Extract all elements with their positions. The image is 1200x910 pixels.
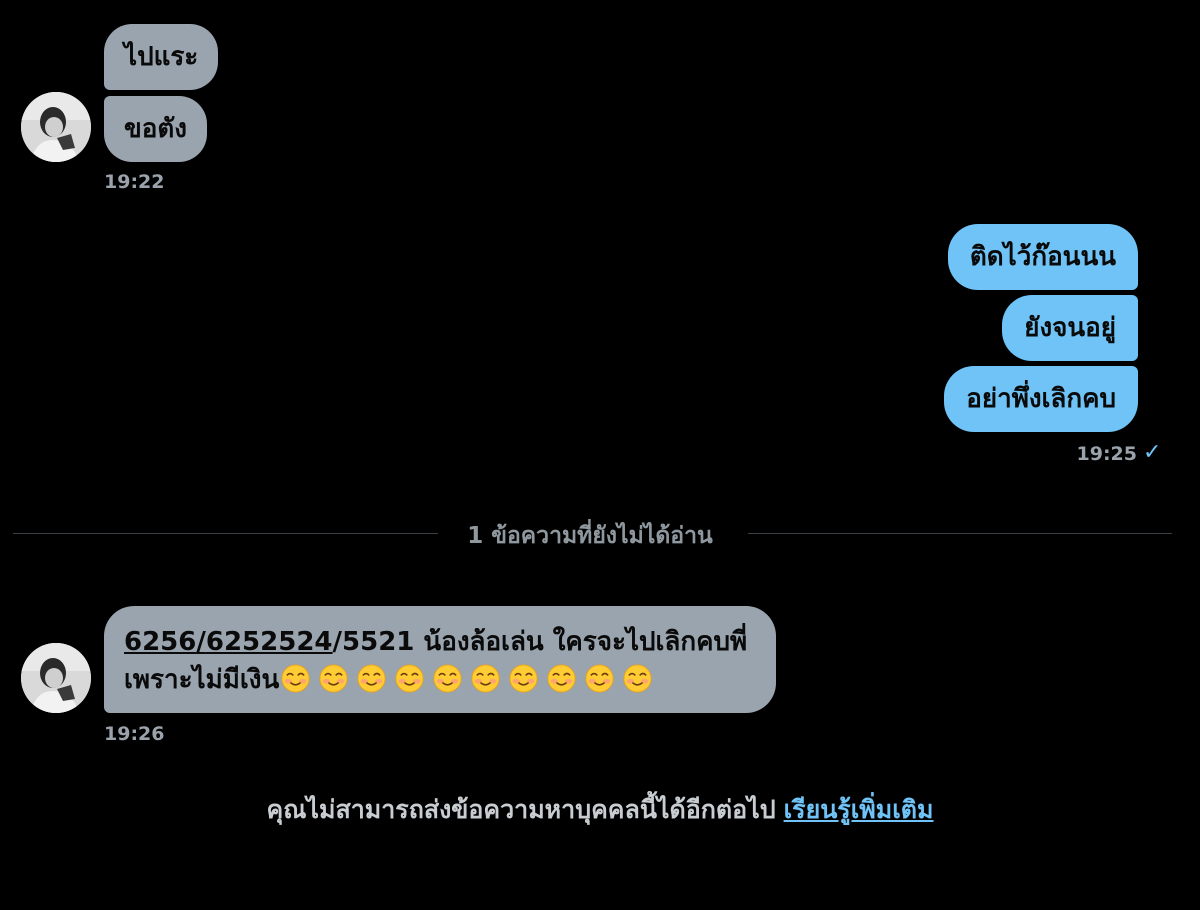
learn-more-link[interactable]: เรียนรู้เพิ่มเติม [784,795,934,824]
avatar[interactable] [21,92,91,162]
message-timestamp: 19:26 [104,723,165,745]
incoming-message[interactable]: ไปแระ [104,24,219,90]
smiling-face-icon [319,664,348,693]
message-text: /5521 น้องล้อเล่น ใครจะไปเลิกคบพี่ [332,627,748,657]
user-photo [21,92,91,162]
blocked-notice-text: คุณไม่สามารถส่งข้อความหาบุคคลนี้ได้อีกต่… [266,795,776,824]
link-separator: / [196,627,206,657]
smiling-face-icon [509,664,538,693]
smiling-face-icon [623,664,652,693]
smiling-face-icon [471,664,500,693]
outgoing-message[interactable]: ยังจนอยู่ [1002,295,1138,361]
incoming-message[interactable]: 6256/6252524/5521 น้องล้อเล่น ใครจะไปเลิ… [104,606,776,713]
divider-line [13,533,438,534]
phone-number-link[interactable]: 6256 [124,627,196,657]
unread-divider-label: 1 ข้อความที่ยังไม่ได้อ่าน [467,523,713,549]
smiling-face-icon [585,664,614,693]
blocked-notice: คุณไม่สามารถส่งข้อความหาบุคคลนี้ได้อีกต่… [0,790,1200,830]
smiling-face-icon [433,664,462,693]
smiling-face-icon [357,664,386,693]
message-timestamp: 19:22 [104,171,165,193]
message-timestamp: 19:25 [1076,443,1137,465]
avatar[interactable] [21,643,91,713]
message-line: 6256/6252524/5521 น้องล้อเล่น ใครจะไปเลิ… [124,623,756,661]
check-icon: ✓ [1143,440,1162,465]
message-text: เพราะไม่มีเงิน [124,665,280,695]
smiling-face-icon [281,664,310,693]
outgoing-message[interactable]: อย่าพึ่งเลิกคบ [944,366,1138,432]
smiling-face-icon [395,664,424,693]
emoji-row [279,664,652,695]
user-photo [21,643,91,713]
outgoing-message[interactable]: ติดไว้ก๊อนนน [947,224,1138,290]
divider-line [748,533,1172,534]
smiling-face-icon [547,664,576,693]
message-line: เพราะไม่มีเงิน [124,661,756,699]
incoming-message[interactable]: ขอตัง [104,96,207,162]
phone-number-link[interactable]: 6252524 [206,627,333,657]
